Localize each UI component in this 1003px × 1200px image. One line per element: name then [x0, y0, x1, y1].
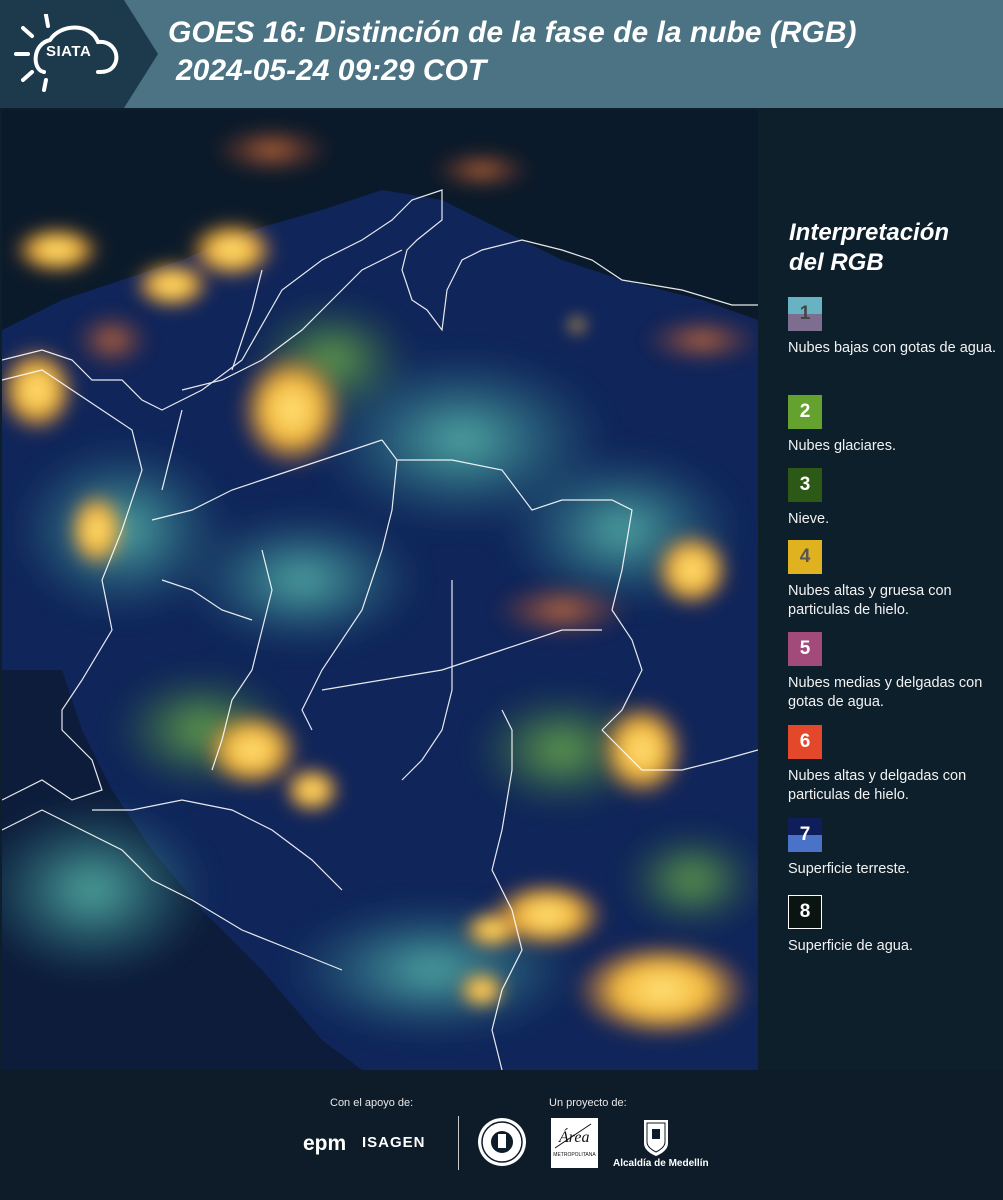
legend-item-2: 2 Nubes glaciares. [788, 395, 998, 456]
legend-swatch-1: 1 [788, 297, 822, 331]
legend-swatch-7: 7 [788, 818, 822, 852]
legend-swatch-4: 4 [788, 540, 822, 574]
legend-number-7: 7 [799, 824, 811, 845]
header-bar: SIATA GOES 16: Distinción de la fase de … [0, 0, 1003, 108]
siata-logo-text: SIATA [46, 43, 92, 60]
legend-number-4: 4 [799, 546, 811, 567]
legend-number-2: 2 [799, 401, 811, 422]
legend-label-5: Nubes medias y delgadas con gotas de agu… [788, 675, 983, 710]
legend-swatch-6: 6 [788, 725, 822, 759]
legend-label-7: Superficie terreste. [788, 861, 910, 877]
epm-logo: epm [303, 1132, 347, 1155]
legend-number-3: 3 [799, 474, 811, 495]
legend-item-3: 3 Nieve. [788, 468, 998, 529]
siata-logo: SIATA [0, 0, 158, 108]
legend-item-1: 1 Nubes bajas con gotas de agua. [788, 297, 998, 358]
legend-item-4: 4 Nubes altas y gruesa con particulas de… [788, 540, 998, 620]
legend-item-8: 8 Superficie de agua. [788, 895, 998, 956]
legend-label-3: Nieve. [788, 511, 830, 527]
isagen-logo: ISAGEN [362, 1134, 426, 1151]
legend-number-8: 8 [799, 901, 811, 922]
satellite-map [2, 110, 758, 1070]
footer-divider [458, 1116, 459, 1170]
page-title: GOES 16: Distinción de la fase de la nub… [168, 16, 857, 49]
university-seal-icon [478, 1118, 526, 1166]
area-metropolitana-logo: Área METROPOLITANA [551, 1118, 598, 1168]
legend-item-7: 7 Superficie terreste. [788, 818, 998, 879]
legend-label-6: Nubes altas y delgadas con particulas de… [788, 768, 967, 803]
footer: Con el apoyo de: Un proyecto de: epm ISA… [0, 1070, 1003, 1200]
medellin-coat-of-arms-icon [644, 1120, 668, 1156]
legend-label-8: Superficie de agua. [788, 938, 913, 954]
legend-label-1: Nubes bajas con gotas de agua. [788, 340, 996, 356]
project-label: Un proyecto de: [549, 1097, 627, 1109]
legend-swatch-2: 2 [788, 395, 822, 429]
legend-item-6: 6 Nubes altas y delgadas con particulas … [788, 725, 998, 805]
legend-swatch-5: 5 [788, 632, 822, 666]
rgb-legend-panel: Interpretación del RGB 1 Nubes bajas con… [760, 110, 1003, 1070]
support-label: Con el apoyo de: [330, 1097, 414, 1109]
legend-title-line1: Interpretación [789, 219, 950, 246]
legend-swatch-3: 3 [788, 468, 822, 502]
alcaldia-medellin-logo-text: Alcaldía de Medellín [613, 1158, 709, 1169]
area-metropolitana-mark-icon: Área [554, 1123, 592, 1149]
rgb-satellite-image [2, 110, 758, 1070]
legend-number-1: 1 [799, 303, 811, 324]
legend-label-4: Nubes altas y gruesa con particulas de h… [788, 583, 952, 618]
amva-sub: METROPOLITANA [553, 1152, 596, 1158]
legend-label-2: Nubes glaciares. [788, 438, 896, 454]
legend-title-line2: del RGB [789, 249, 884, 276]
legend-swatch-8: 8 [788, 895, 822, 929]
page-timestamp: 2024-05-24 09:29 COT [176, 54, 487, 87]
legend-item-5: 5 Nubes medias y delgadas con gotas de a… [788, 632, 998, 712]
legend-number-5: 5 [799, 638, 811, 659]
legend-title: Interpretación del RGB [789, 218, 989, 278]
legend-number-6: 6 [799, 731, 811, 752]
